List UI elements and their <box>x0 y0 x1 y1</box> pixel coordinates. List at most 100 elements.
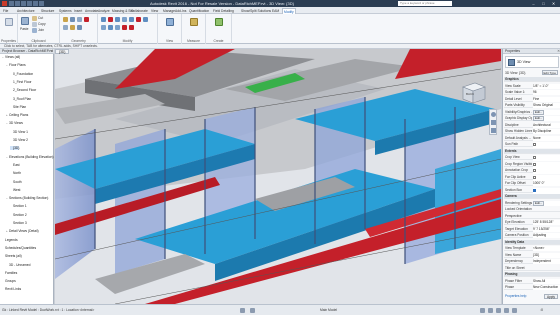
property-category[interactable]: Extents <box>504 148 560 154</box>
edit-type-button[interactable]: Edit Type <box>541 70 558 75</box>
paste-icon[interactable] <box>21 17 29 25</box>
browser-item[interactable]: Section 1 <box>10 204 27 208</box>
property-value[interactable] <box>533 187 560 194</box>
filter-count[interactable]: :0 <box>540 308 543 312</box>
browser-item[interactable]: East <box>10 163 20 167</box>
property-value[interactable]: Edit... <box>533 116 560 121</box>
3d-viewport[interactable]: BACK <box>55 49 501 304</box>
property-category[interactable]: Identity Data <box>504 239 560 245</box>
close-icon[interactable]: ✕ <box>50 49 53 54</box>
edit-button[interactable]: Edit... <box>533 200 545 206</box>
property-value[interactable]: 1000' 0" <box>533 181 560 186</box>
property-row[interactable]: View Template <None> <box>504 246 560 251</box>
property-row[interactable]: Dependency Independent <box>504 259 560 264</box>
property-row[interactable]: Discipline Architectural <box>504 122 560 128</box>
property-row[interactable]: Far Clip Offset 1000' 0" <box>504 181 560 186</box>
property-value[interactable]: Independent <box>533 259 560 264</box>
checkbox[interactable] <box>533 175 536 179</box>
property-value[interactable]: Edit... <box>533 200 560 206</box>
property-value[interactable]: None <box>533 135 560 141</box>
browser-item[interactable]: Section 2 <box>10 213 27 217</box>
align-icon[interactable] <box>101 17 106 22</box>
cut-geometry-icon[interactable] <box>70 17 75 22</box>
property-row[interactable]: Crop View <box>504 155 560 161</box>
checkbox[interactable] <box>533 162 536 166</box>
property-value[interactable]: Show All <box>533 278 560 284</box>
property-value[interactable]: New Construction <box>533 285 560 290</box>
trim-icon[interactable] <box>143 17 148 22</box>
property-value[interactable]: 9' 7 15/256" <box>533 226 560 232</box>
property-category[interactable]: Camera <box>504 194 560 199</box>
undo-icon[interactable] <box>21 1 26 6</box>
browser-item[interactable]: Legends <box>2 238 18 242</box>
delete-icon[interactable] <box>129 25 134 30</box>
browser-item[interactable]: North <box>10 171 21 175</box>
property-value[interactable]: 1/8" = 1'-0" <box>533 83 560 89</box>
mirror-icon[interactable] <box>115 17 120 22</box>
browser-item[interactable]: 3D View 2 <box>10 138 28 142</box>
property-row[interactable]: Camera Position Adjusting <box>504 233 560 238</box>
open-icon[interactable] <box>9 1 14 6</box>
browser-item[interactable]: −3D Views <box>6 121 23 125</box>
property-row[interactable]: Visibility/Graphics ... Edit... <box>504 109 560 115</box>
type-selector[interactable]: 3D View <box>505 56 559 68</box>
cope-icon[interactable] <box>63 17 68 22</box>
browser-item[interactable]: 1_First Floor <box>10 80 32 84</box>
rotate-icon[interactable] <box>136 17 141 22</box>
search-input[interactable]: Type a keyword or phrase <box>398 1 452 6</box>
property-value[interactable]: <None> <box>533 246 560 251</box>
property-row[interactable]: Target Elevation 9' 7 15/256" <box>504 226 560 232</box>
browser-item[interactable]: 2_Second Floor <box>10 88 36 92</box>
array-icon[interactable] <box>108 25 113 30</box>
select-links-icon[interactable] <box>480 308 485 313</box>
print-icon[interactable] <box>33 1 38 6</box>
cut-icon[interactable] <box>32 16 37 21</box>
property-value[interactable] <box>533 174 560 181</box>
browser-item[interactable]: Section 3 <box>10 221 27 225</box>
steering-wheel-icon[interactable] <box>491 112 496 117</box>
apply-button[interactable]: Apply <box>544 294 558 299</box>
select-pinned-icon[interactable] <box>496 308 501 313</box>
edit-button[interactable]: Edit... <box>533 109 545 115</box>
property-row[interactable]: Far Clip Active <box>504 174 560 181</box>
split-icon[interactable] <box>101 25 106 30</box>
property-row[interactable]: Annotation Crop <box>504 168 560 174</box>
copy-icon[interactable] <box>32 22 37 27</box>
browser-item[interactable]: Revit Links <box>2 287 21 291</box>
view-tab[interactable]: {3D} <box>55 49 70 54</box>
browser-item[interactable]: 3D View 1 <box>10 130 28 134</box>
property-row[interactable]: Perspective <box>504 214 560 219</box>
split-face-icon[interactable] <box>84 17 89 22</box>
browser-item[interactable]: −Elevations (Building Elevation) <box>6 155 54 159</box>
drag-elements-icon[interactable] <box>512 308 517 313</box>
checkbox[interactable] <box>533 156 536 159</box>
browser-item[interactable]: +Ceiling Plans <box>6 113 28 117</box>
property-row[interactable]: Default Analysis ... None <box>504 135 560 141</box>
property-value[interactable]: Fine <box>533 96 560 102</box>
property-value[interactable]: 125' 8 55/128" <box>533 220 560 225</box>
checkbox[interactable] <box>533 188 536 192</box>
edit-button[interactable]: Edit... <box>533 116 545 121</box>
minimize-icon[interactable]: – <box>530 1 537 6</box>
browser-item[interactable]: −Floor Plans <box>6 63 26 67</box>
browser-item[interactable]: +Detail Views (Detail) <box>6 229 39 233</box>
pan-icon[interactable] <box>491 120 496 125</box>
property-value[interactable]: By Discipline <box>533 129 560 134</box>
property-row[interactable]: Parts Visibility Show Original <box>504 103 560 108</box>
property-row[interactable]: Crop Region Visible <box>504 161 560 168</box>
property-value[interactable]: Show Original <box>533 103 560 108</box>
property-row[interactable]: Locked Orientation <box>504 207 560 212</box>
property-row[interactable]: Section Box <box>504 187 560 194</box>
join-icon[interactable] <box>32 28 37 33</box>
copy-element-icon[interactable] <box>129 17 134 22</box>
select-underlay-icon[interactable] <box>488 308 493 313</box>
property-row[interactable]: Eye Elevation 125' 8 55/128" <box>504 220 560 225</box>
3d-model-drawing[interactable] <box>55 49 501 304</box>
browser-item[interactable]: {3D} <box>10 146 20 151</box>
browser-item[interactable]: South <box>10 180 22 184</box>
property-row[interactable]: Phase New Construction <box>504 285 560 290</box>
viewcube[interactable]: BACK <box>457 79 489 107</box>
select-by-face-icon[interactable] <box>504 308 509 313</box>
property-row[interactable]: Show Hidden Lines By Discipline <box>504 129 560 134</box>
view-icon[interactable] <box>166 18 174 26</box>
